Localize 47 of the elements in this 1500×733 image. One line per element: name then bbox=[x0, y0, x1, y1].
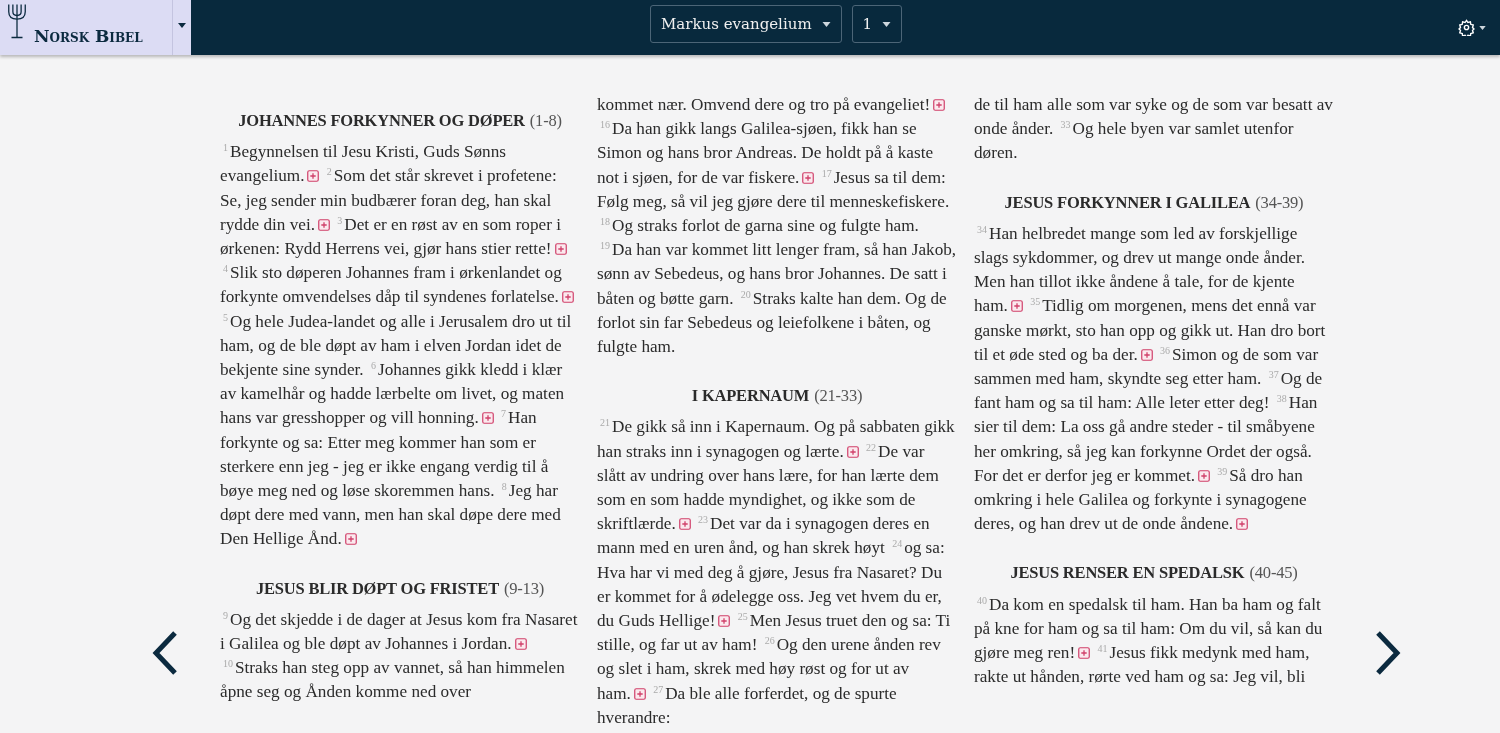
section-heading: JESUS BLIR DØPT OG FRISTET bbox=[255, 578, 499, 598]
footnote-plus-icon[interactable] bbox=[718, 615, 731, 628]
chevron-left-icon bbox=[151, 630, 179, 676]
caret-icon bbox=[178, 23, 186, 28]
footnote-plus-icon[interactable] bbox=[802, 171, 815, 184]
footnote-plus-icon[interactable] bbox=[514, 638, 527, 651]
verse-range: (1-8) bbox=[529, 111, 562, 130]
verse-paragraph: $^{9}$Og det skjedde i de dager at Jesus kom fra Nasaret i Galilea og ble døpt av Johannes i Jordan. $^{10}$ Straks han steg opp av vannet, så han himmelen åpne seg og Ånden komme ned over bbox=[220, 608, 579, 704]
verse-range: (34-39) bbox=[1255, 192, 1304, 212]
footnote-plus-icon[interactable] bbox=[1198, 469, 1210, 482]
verse-range: (9-13) bbox=[503, 578, 544, 598]
verse-paragraph: $^{40}$Da kom en spedalsk til ham. Han ba ham og falt på kne for ham og sa til ham: Om du vil, så kan du gjøre meg ren! $^{41}$ Jesus fikk medynk med ham, rakte ut hånden, rørte ved ham og sa: Jeg vil, bli bbox=[974, 593, 1324, 689]
previous-chapter-button[interactable] bbox=[151, 630, 179, 676]
verse-range: (40-45) bbox=[1249, 563, 1298, 583]
footnote-plus-icon[interactable] bbox=[678, 518, 691, 531]
caret-icon bbox=[1479, 25, 1486, 30]
caret-icon bbox=[821, 21, 831, 27]
chapter-select[interactable]: 1 bbox=[851, 5, 903, 43]
logo-panel[interactable]: Norsk Bibel bbox=[0, 0, 172, 55]
footnote-plus-icon[interactable] bbox=[318, 218, 330, 231]
verse-paragraph: de til ham alle som var syke og de som var besatt av onde ånder. $^{33}$ Og hele byen var samlet utenfor døren. bbox=[974, 94, 1334, 165]
section-heading: JOHANNES FORKYNNER OG DØPER bbox=[238, 111, 525, 130]
footnote-plus-icon[interactable] bbox=[1078, 647, 1091, 660]
verse-paragraph: $^{21}$ De gikk så inn i Kapernaum. Og på sabbaten gikk han straks inn i synagogen og lærte. $^{22}$De var slått av undring over hans lære, for han lærte dem som en som hadde myndighet, og ikke som de skriftlærde. $^{23}$Det var da i synagogen deres en mann med en uren ånd, og han skrek høyt $^{24}$ og sa: Hva har vi med deg å gjøre, Jesus fra Nasaret? Du er kommet for å ødelegge oss. Jeg vet hvem du er, du Guds Hellige! $^{25}$Men Jesus truet den og sa: Ti stille, og far ut av ham! $^{26}$Og den urene ånden rev og slet i ham, skrek med høy røst og for ut av ham. $^{27}$ Da ble alle forferdet, og de spurte hverandre: bbox=[597, 416, 956, 729]
footnote-plus-icon[interactable] bbox=[846, 445, 859, 458]
footnote-plus-icon[interactable] bbox=[1010, 300, 1023, 313]
verse-paragraph: kommet nær. Omvend dere og tro på evangeliet! $^{16}$Da han gikk langs Galilea-sjøen, fikk han se Simon og hans bror Andreas. De holdt på å kaste not i sjøen, for de var fiskere. $^{17}$Jesus sa til dem: Følg meg, så vil jeg gjøre dere til menneskefiskere. $^{18}$Og straks forlot de garna sine og fulgte ham. $^{19}$Da han var kommet litt lenger fram, så han Jakob, sønn av Sebedeus, og hans bror Johannes. De satt i båten og bøtte garn. $^{20}$ Straks kalte han dem. Og de forlot sin far Sebedeus og leiefolkene i båten, og fulgte ham. bbox=[597, 94, 957, 359]
footnote-plus-icon[interactable] bbox=[554, 243, 567, 255]
footnote-plus-icon[interactable] bbox=[307, 170, 320, 183]
footnote-plus-icon[interactable] bbox=[344, 533, 357, 546]
book-select[interactable]: Markus evangelium bbox=[650, 5, 842, 43]
footnote-plus-icon[interactable] bbox=[1236, 518, 1249, 531]
footnote-plus-icon[interactable] bbox=[561, 291, 574, 304]
section-heading: JESUS FORKYNNER I GALILEA bbox=[1004, 192, 1251, 212]
next-chapter-button[interactable] bbox=[1374, 630, 1402, 676]
verse-range: (21-33) bbox=[814, 386, 863, 406]
footnote-plus-icon[interactable] bbox=[1140, 348, 1153, 361]
footnote-plus-icon[interactable] bbox=[933, 99, 946, 111]
footnote-plus-icon[interactable] bbox=[633, 687, 646, 700]
menu-dropdown-button[interactable] bbox=[172, 0, 191, 55]
section-heading: I KAPERNAUM bbox=[691, 386, 810, 406]
chevron-right-icon bbox=[1374, 630, 1402, 676]
caret-icon bbox=[882, 21, 892, 27]
footnote-plus-icon[interactable] bbox=[481, 412, 494, 425]
settings-icon bbox=[1458, 19, 1475, 36]
site-title: Norsk Bibel bbox=[34, 26, 143, 46]
section-heading: JESUS RENSER EN SPEDALSK bbox=[1010, 563, 1245, 583]
